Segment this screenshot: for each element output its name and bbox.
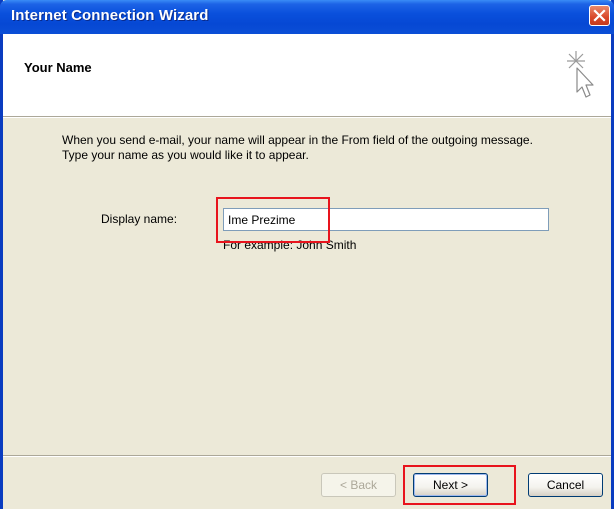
footer-divider bbox=[3, 455, 611, 457]
wizard-header: Your Name bbox=[3, 34, 611, 116]
intro-text: When you send e-mail, your name will app… bbox=[62, 133, 602, 163]
next-button[interactable]: Next > bbox=[413, 473, 488, 497]
intro-line-1: When you send e-mail, your name will app… bbox=[62, 133, 533, 147]
cancel-button[interactable]: Cancel bbox=[528, 473, 603, 497]
example-hint: For example: John Smith bbox=[223, 238, 357, 252]
close-icon bbox=[593, 9, 606, 22]
title-bar[interactable]: Internet Connection Wizard bbox=[0, 0, 614, 34]
window-title: Internet Connection Wizard bbox=[11, 7, 209, 24]
close-button[interactable] bbox=[589, 5, 610, 26]
wizard-cursor-sparkle-icon bbox=[567, 51, 594, 98]
page-title: Your Name bbox=[24, 60, 92, 75]
back-button[interactable]: < Back bbox=[321, 473, 396, 497]
display-name-label: Display name: bbox=[101, 212, 178, 226]
header-divider bbox=[3, 116, 611, 118]
display-name-input[interactable] bbox=[223, 208, 549, 231]
intro-line-2: Type your name as you would like it to a… bbox=[62, 148, 309, 162]
wizard-window: Internet Connection Wizard Your Name Whe… bbox=[0, 0, 614, 509]
